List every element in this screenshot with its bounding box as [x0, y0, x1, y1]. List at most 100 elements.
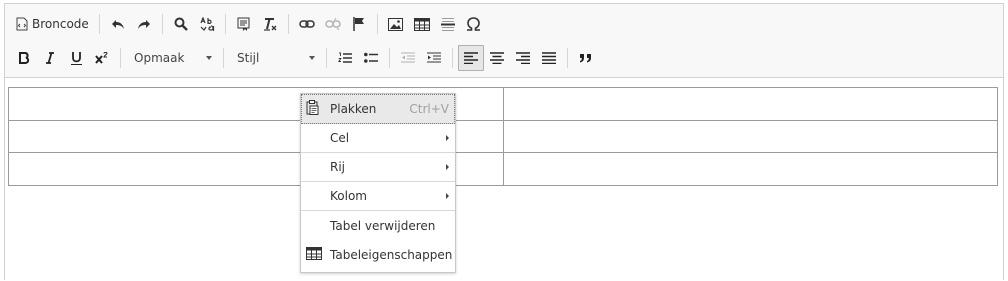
link-button[interactable]: [294, 11, 320, 37]
replace-button[interactable]: [194, 11, 220, 37]
toolbar-separator: [376, 14, 378, 34]
align-right-button[interactable]: [510, 45, 536, 71]
undo-button[interactable]: [105, 11, 131, 37]
menu-item-label: Rij: [330, 160, 346, 174]
quote-icon: [579, 53, 593, 63]
italic-icon: [45, 52, 55, 64]
chevron-down-icon: [206, 56, 212, 60]
content-table: [8, 87, 998, 186]
superscript-icon: [95, 52, 109, 64]
format-dropdown[interactable]: Opmaak: [126, 45, 218, 71]
table-cell[interactable]: [503, 87, 998, 121]
replace-icon: [199, 16, 215, 32]
toolbar-row-2: Opmaak Stijl: [11, 44, 599, 72]
format-dropdown-label: Opmaak: [134, 51, 185, 65]
search-icon: [174, 17, 188, 31]
link-icon: [299, 19, 315, 29]
table-button[interactable]: [409, 11, 435, 37]
style-dropdown-label: Stijl: [237, 51, 260, 65]
submenu-arrow-icon: [446, 135, 449, 141]
editor-toolbar: Broncode Opmaak Stijl: [5, 4, 1003, 78]
special-char-button[interactable]: [461, 11, 487, 37]
style-dropdown[interactable]: Stijl: [229, 45, 321, 71]
image-icon: [388, 17, 404, 31]
outdent-button[interactable]: [395, 45, 421, 71]
clear-format-icon: [262, 17, 278, 32]
toolbar-separator: [326, 48, 327, 68]
menu-item-row[interactable]: Rij: [301, 153, 455, 182]
align-justify-button[interactable]: [536, 45, 562, 71]
submenu-arrow-icon: [446, 193, 449, 199]
align-justify-icon: [542, 52, 556, 64]
table-cell[interactable]: [503, 120, 998, 153]
toolbar-separator: [223, 48, 224, 68]
align-right-icon: [516, 52, 530, 64]
toolbar-separator: [224, 14, 226, 34]
undo-icon: [111, 18, 125, 30]
underline-icon: [70, 51, 82, 65]
bulleted-list-button[interactable]: [358, 45, 384, 71]
bold-icon: [18, 52, 30, 64]
editor-content-area[interactable]: [5, 79, 1003, 281]
toolbar-separator: [98, 14, 100, 34]
find-button[interactable]: [168, 11, 194, 37]
remove-format-button[interactable]: [257, 11, 283, 37]
omega-icon: [466, 17, 481, 31]
table-context-menu: Plakken Ctrl+V Cel Rij Kolom Tabel verwi…: [300, 93, 456, 273]
menu-item-table-properties[interactable]: Tabeleigenschappen: [301, 240, 455, 269]
indent-button[interactable]: [421, 45, 447, 71]
source-button[interactable]: Broncode: [11, 11, 94, 37]
source-button-label: Broncode: [32, 17, 89, 31]
horizontal-line-button[interactable]: [435, 11, 461, 37]
align-left-icon: [464, 52, 478, 64]
horizontal-line-icon: [440, 17, 455, 32]
rich-text-editor: Broncode Opmaak Stijl: [4, 3, 1004, 280]
indent-icon: [427, 52, 441, 64]
anchor-button[interactable]: [346, 11, 372, 37]
bold-button[interactable]: [11, 45, 37, 71]
toolbar-row-1: Broncode: [11, 10, 487, 38]
blockquote-button[interactable]: [573, 45, 599, 71]
table-icon: [306, 246, 322, 263]
table-icon: [413, 17, 430, 31]
unlink-icon: [325, 18, 341, 30]
redo-button[interactable]: [131, 11, 157, 37]
menu-item-label: Cel: [330, 131, 350, 145]
numbered-list-icon: [338, 52, 352, 64]
toolbar-separator: [389, 48, 390, 68]
toolbar-separator: [120, 48, 121, 68]
paste-word-icon: [237, 17, 251, 32]
align-center-icon: [490, 52, 504, 64]
menu-item-label: Plakken: [330, 101, 377, 116]
menu-item-column[interactable]: Kolom: [301, 182, 455, 211]
toolbar-separator: [161, 14, 163, 34]
menu-item-cell[interactable]: Cel: [301, 124, 455, 153]
underline-button[interactable]: [63, 45, 89, 71]
menu-item-paste[interactable]: Plakken Ctrl+V: [301, 94, 455, 124]
menu-item-label: Kolom: [330, 189, 367, 203]
menu-item-shortcut: Ctrl+V: [409, 101, 449, 116]
align-center-button[interactable]: [484, 45, 510, 71]
menu-item-label: Tabel verwijderen: [330, 218, 436, 233]
outdent-icon: [401, 52, 415, 64]
submenu-arrow-icon: [446, 164, 449, 170]
image-button[interactable]: [383, 11, 409, 37]
menu-item-delete-table[interactable]: Tabel verwijderen: [301, 211, 455, 240]
superscript-button[interactable]: [89, 45, 115, 71]
menu-item-label: Tabeleigenschappen: [330, 247, 453, 262]
italic-button[interactable]: [37, 45, 63, 71]
bulleted-list-icon: [364, 52, 378, 64]
unlink-button[interactable]: [320, 11, 346, 37]
numbered-list-button[interactable]: [332, 45, 358, 71]
table-cell[interactable]: [503, 152, 998, 186]
table-row: [8, 152, 998, 186]
toolbar-separator: [567, 48, 568, 68]
align-left-button[interactable]: [458, 45, 484, 71]
source-icon: [16, 17, 28, 31]
toolbar-separator: [287, 14, 289, 34]
toolbar-separator: [452, 48, 453, 68]
redo-icon: [137, 18, 151, 30]
table-row: [8, 87, 998, 121]
chevron-down-icon: [309, 56, 315, 60]
paste-from-word-button[interactable]: [231, 11, 257, 37]
